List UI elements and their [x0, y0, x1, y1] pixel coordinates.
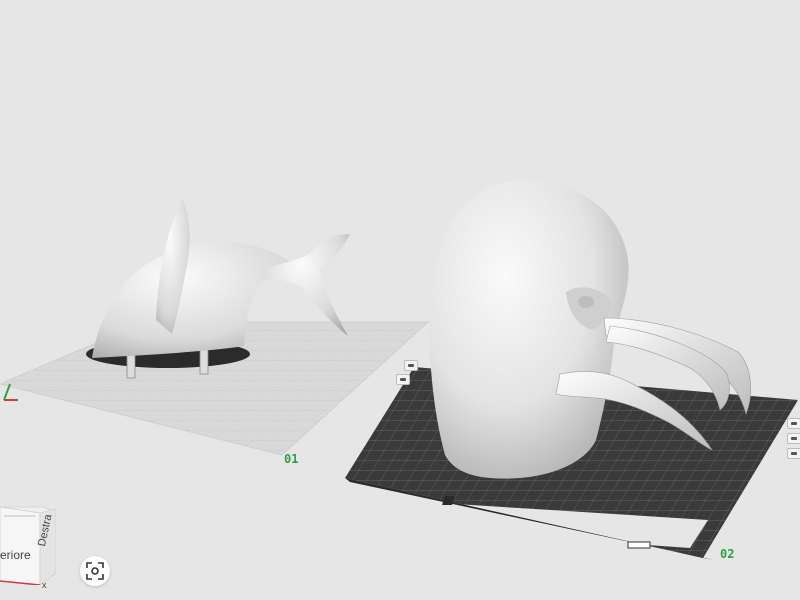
plate-01-side-button-1[interactable] [404, 360, 418, 371]
view-cube-front-label: eriore [0, 548, 31, 562]
axis-x-label: x [42, 580, 47, 590]
plate-02-side-button-3[interactable] [787, 448, 800, 459]
plate-02-side-button-2[interactable] [787, 433, 800, 444]
plate-label-02: 02 [720, 547, 735, 561]
recenter-view-icon [86, 562, 104, 580]
plate-label-01: 01 [284, 452, 299, 466]
recenter-view-button[interactable] [80, 556, 110, 586]
view-cube-top-label: ~~~~~~~~~ [4, 514, 36, 520]
plate-02-side-button-1[interactable] [787, 418, 800, 429]
plate-01-side-button-2[interactable] [396, 374, 410, 385]
3d-viewport[interactable] [0, 0, 800, 600]
